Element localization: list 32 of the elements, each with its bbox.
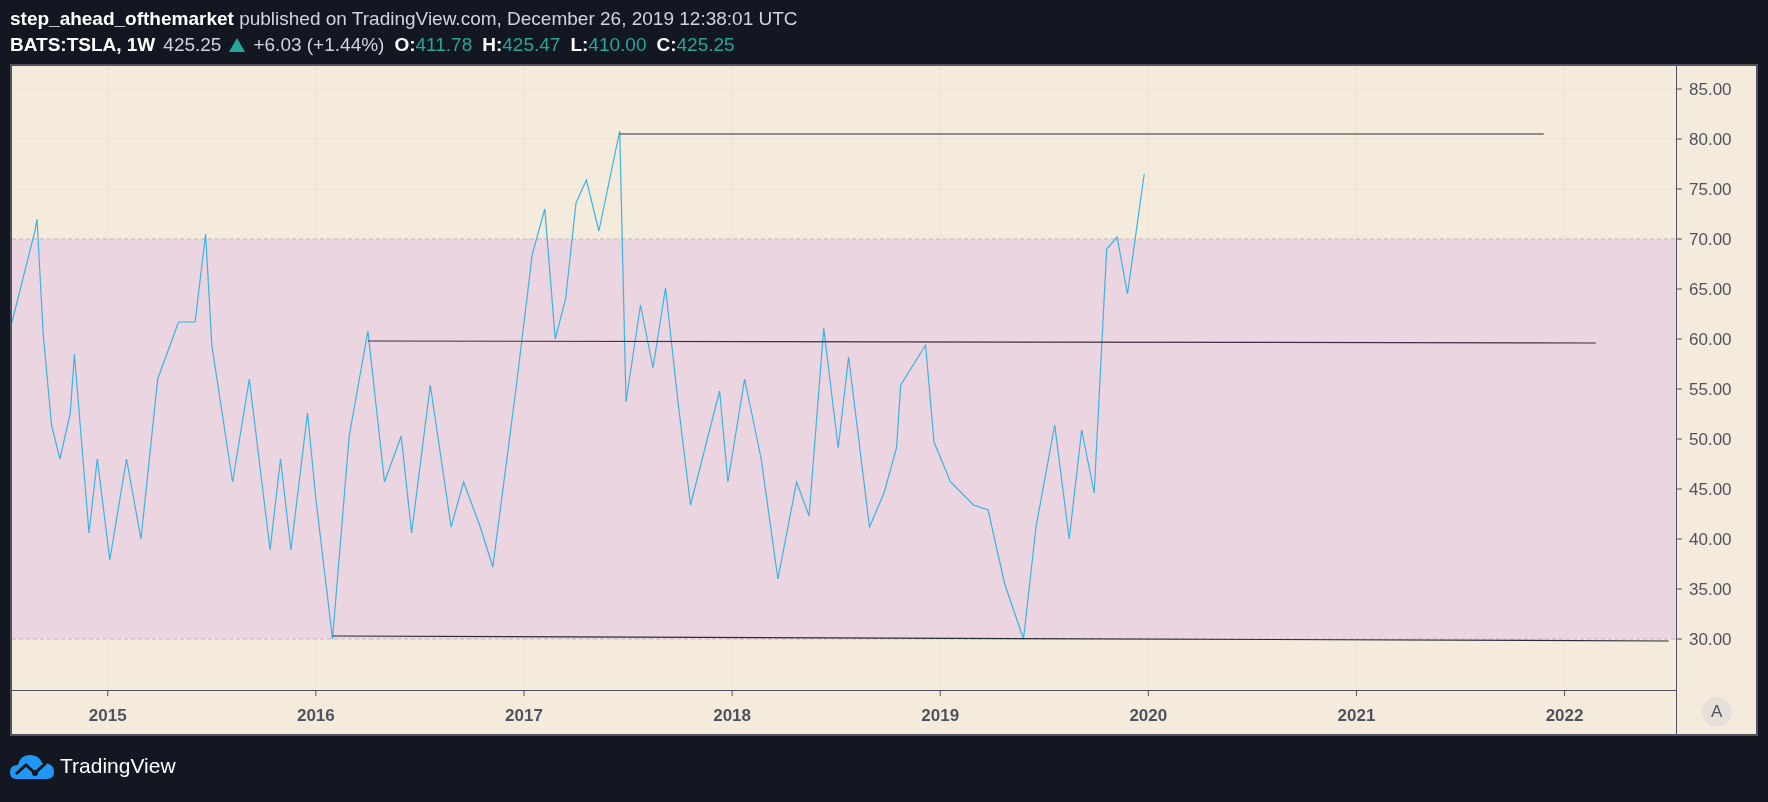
ohlc-value: C:425.25 [656,33,735,57]
x-axis-label: 2020 [1129,706,1168,725]
publish-info: step_ahead_ofthemarket published on TradingView.com, December 26, 2019 12:38:01 UTC [10,7,799,31]
brand-name: TradingView [60,753,176,779]
y-axis-label: 40.00 [1689,530,1732,549]
y-axis-label: 55.00 [1689,380,1732,399]
y-axis-label: 75.00 [1689,180,1732,199]
y-axis-label: 35.00 [1689,580,1732,599]
ohlc-value: H:425.47 [482,33,561,57]
price-change: +6.03 (+1.44%) [253,33,385,57]
x-axis-label: 2018 [713,706,751,725]
x-axis-label: 2019 [921,706,960,725]
y-axis-label: 30.00 [1689,630,1732,649]
auto-scale-button[interactable]: A [1701,697,1732,727]
x-axis-label: 2017 [505,706,543,725]
y-axis-label: 60.00 [1689,330,1732,349]
y-axis-label: 70.00 [1689,230,1732,249]
up-triangle-icon [229,38,246,52]
y-axis-label: 45.00 [1689,480,1732,499]
y-axis-label: 85.00 [1689,80,1732,99]
price-value: 425.25 [163,33,222,57]
y-axis-label: 65.00 [1689,280,1732,299]
symbol-label: BATS:TSLA, 1W [10,33,156,57]
x-axis-label: 2015 [88,706,127,725]
cloud-logo-icon [10,752,54,779]
ohlc-value: O:411.78 [394,33,473,57]
x-axis-label: 2016 [296,706,335,725]
y-axis-label: 50.00 [1689,430,1732,449]
x-axis-label: 2022 [1545,706,1584,725]
ohlc-value: L:410.00 [570,33,647,57]
y-axis-label: 80.00 [1689,130,1732,149]
x-axis-label: 2021 [1337,706,1376,725]
